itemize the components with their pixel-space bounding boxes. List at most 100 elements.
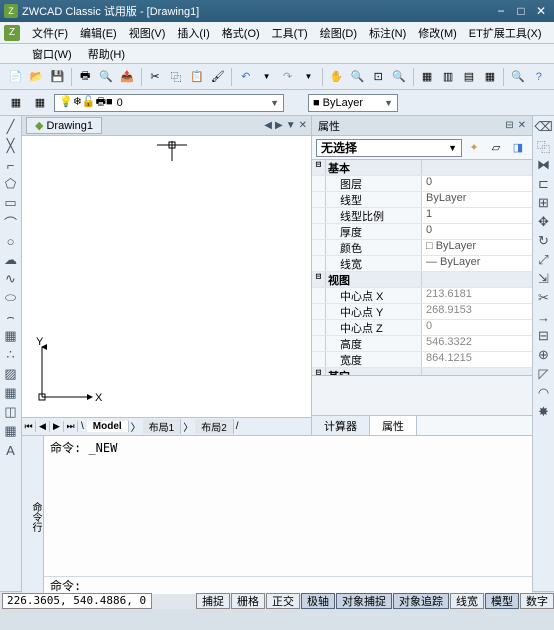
quickselect-button[interactable]: ✦: [464, 138, 484, 158]
menu-draw[interactable]: 绘图(D): [314, 23, 363, 43]
trim-tool[interactable]: ✂: [535, 289, 553, 307]
prop-value[interactable]: 0: [422, 224, 532, 239]
prop-row[interactable]: 线型比例1: [312, 208, 532, 224]
tab-close[interactable]: ✕: [299, 120, 307, 131]
status-线宽[interactable]: 线宽: [450, 593, 484, 609]
prop-group[interactable]: ⊟基本: [312, 160, 532, 176]
prop-value[interactable]: — ByLayer: [422, 256, 532, 271]
selectobj-button[interactable]: ▱: [486, 138, 506, 158]
copy-button[interactable]: ⿻: [166, 67, 185, 87]
bylayer-combo[interactable]: ■ ByLayer ▼: [308, 94, 398, 112]
scale-tool[interactable]: ⤢: [535, 251, 553, 269]
status-数字[interactable]: 数字: [520, 593, 554, 609]
tab-first[interactable]: ⏮: [22, 421, 36, 432]
menu-help[interactable]: 帮助(H): [80, 44, 133, 64]
close-button[interactable]: ✕: [532, 4, 550, 18]
pan-button[interactable]: ✋: [327, 67, 346, 87]
help-button[interactable]: ?: [529, 67, 548, 87]
pickadd-button[interactable]: ◨: [508, 138, 528, 158]
zoom-win-button[interactable]: ⊡: [369, 67, 388, 87]
command-input[interactable]: 命令:: [44, 576, 532, 594]
status-极轴[interactable]: 极轴: [301, 593, 335, 609]
matchprop-button[interactable]: 🖌: [208, 67, 227, 87]
prop-row[interactable]: 线型ByLayer: [312, 192, 532, 208]
status-模型[interactable]: 模型: [485, 593, 519, 609]
paste-button[interactable]: 📋: [187, 67, 206, 87]
prop-row[interactable]: 宽度864.1215: [312, 352, 532, 368]
undo-button[interactable]: ↶: [236, 67, 255, 87]
region-tool[interactable]: ◫: [2, 403, 20, 421]
menu-view[interactable]: 视图(V): [123, 23, 172, 43]
copy-tool[interactable]: ⿻: [535, 137, 553, 155]
redo-dropdown[interactable]: ▼: [299, 67, 318, 87]
panel-close[interactable]: ✕: [518, 120, 526, 131]
gradient-tool[interactable]: ▦: [2, 384, 20, 402]
offset-tool[interactable]: ⊏: [535, 175, 553, 193]
print-button[interactable]: 🖶: [76, 67, 95, 87]
find-button[interactable]: 🔍: [508, 67, 527, 87]
save-button[interactable]: 💾: [48, 67, 67, 87]
prop-group[interactable]: ⊟视图: [312, 272, 532, 288]
prop-row[interactable]: 线宽— ByLayer: [312, 256, 532, 272]
panel-autohide[interactable]: ⊟: [505, 120, 513, 131]
status-对象追踪[interactable]: 对象追踪: [393, 593, 449, 609]
tab-left[interactable]: ◀: [36, 421, 50, 432]
block-tool[interactable]: ▦: [2, 327, 20, 345]
menu-et[interactable]: ET扩展工具(X): [463, 23, 548, 43]
calc-button[interactable]: ▦: [480, 67, 499, 87]
prop-row[interactable]: 中心点 Y268.9153: [312, 304, 532, 320]
open-button[interactable]: 📂: [27, 67, 46, 87]
minimize-button[interactable]: −: [492, 4, 510, 18]
prop-row[interactable]: 图层0: [312, 176, 532, 192]
zoom-rt-button[interactable]: 🔍: [348, 67, 367, 87]
line-tool[interactable]: ╱: [2, 118, 20, 136]
erase-tool[interactable]: ⌫: [535, 118, 553, 136]
maximize-button[interactable]: □: [512, 4, 530, 18]
selection-combo[interactable]: 无选择 ▼: [316, 139, 462, 157]
explode-tool[interactable]: ✸: [535, 403, 553, 421]
menu-window[interactable]: 窗口(W): [24, 44, 80, 64]
cut-button[interactable]: ✂: [146, 67, 165, 87]
layer-combo[interactable]: 💡❄🔓🖶■ 0 ▼: [54, 94, 284, 112]
drawing-tab[interactable]: ◆ Drawing1: [26, 117, 102, 134]
layerstate-button[interactable]: ▦: [30, 93, 50, 113]
menu-dim[interactable]: 标注(N): [363, 23, 412, 43]
break-tool[interactable]: ⊟: [535, 327, 553, 345]
polygon-tool[interactable]: ⬠: [2, 175, 20, 193]
menu-insert[interactable]: 插入(I): [171, 23, 215, 43]
zoom-prev-button[interactable]: 🔍: [390, 67, 409, 87]
menu-tools[interactable]: 工具(T): [266, 23, 314, 43]
table-tool[interactable]: ▦: [2, 422, 20, 440]
tab-layout1[interactable]: 布局1: [143, 419, 182, 434]
tab-dropdown[interactable]: ▼: [286, 120, 296, 131]
hatch-tool[interactable]: ▨: [2, 365, 20, 383]
chamfer-tool[interactable]: ◸: [535, 365, 553, 383]
tab-prev[interactable]: ◀: [264, 120, 272, 131]
extend-tool[interactable]: →: [535, 308, 553, 326]
tab-right[interactable]: ▶: [50, 421, 64, 432]
prop-row[interactable]: 厚度0: [312, 224, 532, 240]
spline-tool[interactable]: ∿: [2, 270, 20, 288]
revcloud-tool[interactable]: ☁: [2, 251, 20, 269]
ellipsearc-tool[interactable]: ⌢: [2, 308, 20, 326]
drawing-canvas[interactable]: X Y: [22, 136, 311, 417]
command-panel-grip[interactable]: 命令行: [22, 436, 44, 594]
arc-tool[interactable]: ⌒: [2, 213, 20, 231]
tab-model[interactable]: Model: [87, 421, 129, 432]
designcenter-button[interactable]: ▥: [439, 67, 458, 87]
menu-edit[interactable]: 编辑(E): [74, 23, 123, 43]
publish-button[interactable]: 📤: [118, 67, 137, 87]
pline-tool[interactable]: ⌐: [2, 156, 20, 174]
prop-row[interactable]: 中心点 Z0: [312, 320, 532, 336]
prop-row[interactable]: 高度546.3322: [312, 336, 532, 352]
new-button[interactable]: 📄: [6, 67, 25, 87]
tab-layout2[interactable]: 布局2: [195, 419, 234, 434]
prop-group[interactable]: ⊟其它: [312, 368, 532, 375]
tab-next[interactable]: ▶: [275, 120, 283, 131]
menu-file[interactable]: 文件(F): [26, 23, 74, 43]
prop-row[interactable]: 颜色□ ByLayer: [312, 240, 532, 256]
ellipse-tool[interactable]: ⬭: [2, 289, 20, 307]
move-tool[interactable]: ✥: [535, 213, 553, 231]
prop-value[interactable]: □ ByLayer: [422, 240, 532, 255]
tab-properties[interactable]: 属性: [370, 416, 417, 435]
